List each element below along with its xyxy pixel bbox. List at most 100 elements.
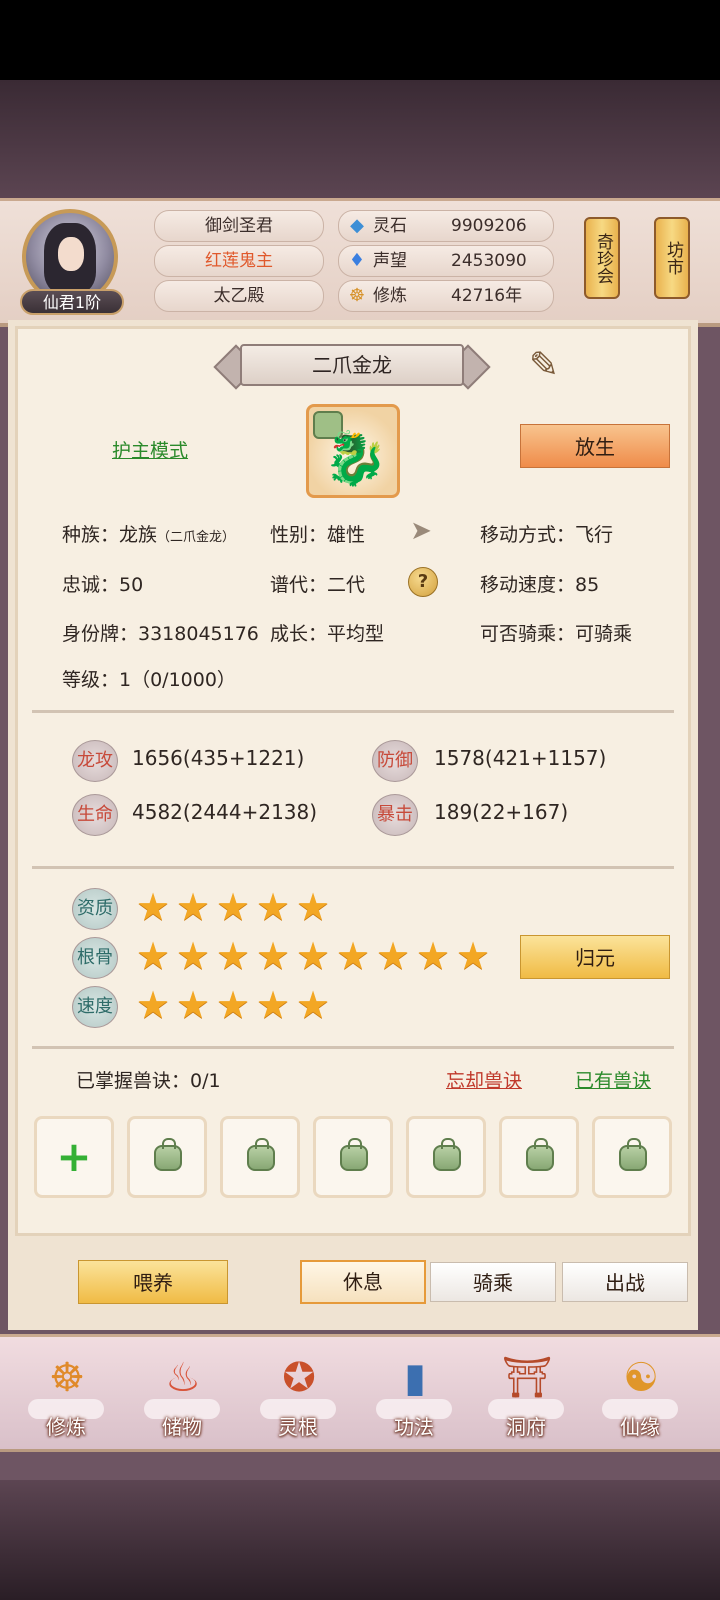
star-icon: ★ bbox=[296, 885, 331, 929]
skill-slot-locked[interactable] bbox=[220, 1116, 300, 1198]
skill-slot-locked[interactable] bbox=[499, 1116, 579, 1198]
star-icon: ★ bbox=[176, 934, 211, 978]
skill-slot-locked[interactable] bbox=[592, 1116, 672, 1198]
divider bbox=[32, 866, 674, 869]
species-info: 种族：龙族（二爪金龙） bbox=[62, 520, 235, 547]
star-icon: ★ bbox=[256, 885, 291, 929]
star-icon: ★ bbox=[176, 983, 211, 1027]
divider bbox=[32, 1046, 674, 1049]
lock-icon bbox=[154, 1138, 182, 1171]
nav-technique[interactable]: ▮ 功法 bbox=[364, 1343, 464, 1447]
generation-info: 谱代：二代 bbox=[270, 574, 366, 596]
pet-book-icon[interactable]: ✎ bbox=[520, 344, 568, 388]
resource-spirit-stone: ◆ 灵石 9909206 bbox=[338, 210, 554, 242]
lock-icon bbox=[247, 1138, 275, 1171]
cave-mansion-icon: ⛩ bbox=[501, 1355, 553, 1401]
move-type-info: 移动方式：飞行 bbox=[480, 524, 614, 546]
dragon-icon: 🐉 bbox=[323, 429, 388, 489]
resource-reputation: ♦ 声望 2453090 bbox=[338, 245, 554, 277]
nav-spirit-root[interactable]: ✪ 灵根 bbox=[248, 1343, 348, 1447]
help-icon[interactable]: ? bbox=[408, 567, 438, 597]
lock-icon bbox=[340, 1138, 368, 1171]
pet-name-banner: 二爪金龙 bbox=[213, 340, 491, 390]
avatar-rank: 仙君1阶 bbox=[20, 289, 124, 315]
star-icon: ★ bbox=[216, 934, 251, 978]
owned-skills-link[interactable]: 已有兽诀 bbox=[575, 1066, 651, 1093]
forget-skill-link[interactable]: 忘却兽诀 bbox=[446, 1066, 522, 1093]
rating-badge-speed: 速度 bbox=[72, 986, 118, 1028]
return-origin-button[interactable]: 归元 bbox=[520, 935, 670, 979]
nav-cave-mansion[interactable]: ⛩ 洞府 bbox=[476, 1343, 576, 1447]
stat-crit-value: 189(22+167) bbox=[434, 800, 569, 824]
nav-label: 灵根 bbox=[278, 1415, 318, 1439]
star-icon: ★ bbox=[256, 983, 291, 1027]
player-avatar[interactable]: 仙君1阶 bbox=[20, 209, 124, 315]
feed-button[interactable]: 喂养 bbox=[78, 1260, 228, 1304]
growth-info: 成长：平均型 bbox=[270, 623, 385, 645]
nav-label: 洞府 bbox=[506, 1415, 546, 1439]
star-icon: ★ bbox=[136, 885, 171, 929]
ride-button[interactable]: 骑乘 bbox=[430, 1262, 556, 1302]
lock-icon bbox=[619, 1138, 647, 1171]
stat-hp-value: 4582(2444+2138) bbox=[132, 800, 318, 824]
stat-badge-crit: 暴击 bbox=[372, 794, 418, 836]
lock-icon bbox=[526, 1138, 554, 1171]
battle-button[interactable]: 出战 bbox=[562, 1262, 688, 1302]
title-1[interactable]: 御剑圣君 bbox=[154, 210, 324, 242]
nav-label: 仙缘 bbox=[620, 1415, 660, 1439]
star-icon: ★ bbox=[216, 885, 251, 929]
rating-badge-aptitude: 资质 bbox=[72, 888, 118, 930]
move-speed-info: 移动速度：85 bbox=[480, 574, 600, 596]
level-info: 等级：1（0/1000） bbox=[62, 669, 236, 691]
star-icon: ★ bbox=[176, 885, 211, 929]
bottom-nav: ☸ 修炼 ♨ 储物 ✪ 灵根 ▮ 功法 ⛩ 洞府 ☯ 仙缘 bbox=[0, 1334, 720, 1452]
star-icon: ★ bbox=[336, 934, 371, 978]
arrow-icon[interactable]: ➤ bbox=[406, 516, 436, 546]
nav-label: 功法 bbox=[394, 1415, 434, 1439]
nav-storage[interactable]: ♨ 储物 bbox=[132, 1343, 232, 1447]
star-icon: ★ bbox=[216, 983, 251, 1027]
pet-portrait[interactable]: 🐉 bbox=[306, 404, 400, 498]
species-value: 龙族 bbox=[119, 524, 158, 546]
plus-icon: + bbox=[56, 1132, 92, 1181]
guard-mode-link[interactable]: 护主模式 bbox=[112, 436, 188, 463]
skill-slot-add[interactable]: + bbox=[34, 1116, 114, 1198]
species-sub: （二爪金龙） bbox=[157, 530, 236, 545]
release-button[interactable]: 放生 bbox=[520, 424, 670, 468]
resource-cultivation: ☸ 修炼 42716年 bbox=[338, 280, 554, 312]
star-icon: ★ bbox=[376, 934, 411, 978]
loyalty-info: 忠诚：50 bbox=[62, 574, 144, 596]
stat-badge-hp: 生命 bbox=[72, 794, 118, 836]
species-label: 种族： bbox=[62, 524, 120, 546]
spirit-root-icon: ✪ bbox=[282, 1355, 316, 1401]
resource-label: 声望 bbox=[373, 251, 407, 271]
title-2[interactable]: 红莲鬼主 bbox=[154, 245, 324, 277]
star-icon: ★ bbox=[296, 983, 331, 1027]
mastered-skills: 已掌握兽诀：0/1 bbox=[76, 1070, 221, 1092]
star-icon: ★ bbox=[256, 934, 291, 978]
nav-cultivation[interactable]: ☸ 修炼 bbox=[16, 1343, 116, 1447]
spirit-stone-icon: ◆ bbox=[350, 215, 364, 236]
resource-value: 2453090 bbox=[451, 251, 527, 271]
skill-slot-locked[interactable] bbox=[406, 1116, 486, 1198]
star-icon: ★ bbox=[136, 983, 171, 1027]
market-button[interactable]: 坊市 bbox=[654, 217, 690, 299]
crystal-icon: ♦ bbox=[348, 250, 366, 271]
nav-fate[interactable]: ☯ 仙缘 bbox=[590, 1343, 690, 1447]
stat-badge-defense: 防御 bbox=[372, 740, 418, 782]
stat-badge-attack: 龙攻 bbox=[72, 740, 118, 782]
rideable-info: 可否骑乘：可骑乘 bbox=[480, 623, 633, 645]
rest-button[interactable]: 休息 bbox=[300, 1260, 426, 1304]
lock-icon bbox=[433, 1138, 461, 1171]
skill-slot-locked[interactable] bbox=[313, 1116, 393, 1198]
rating-badge-bone: 根骨 bbox=[72, 937, 118, 979]
star-icon: ★ bbox=[296, 934, 331, 978]
resource-value: 9909206 bbox=[451, 216, 527, 236]
skill-slot-locked[interactable] bbox=[127, 1116, 207, 1198]
title-3[interactable]: 太乙殿 bbox=[154, 280, 324, 312]
meditation-icon: ☸ bbox=[348, 285, 366, 306]
divider bbox=[32, 710, 674, 713]
stat-defense-value: 1578(421+1157) bbox=[434, 746, 607, 770]
treasure-fair-button[interactable]: 奇珍会 bbox=[584, 217, 620, 299]
nav-label: 修炼 bbox=[46, 1415, 86, 1439]
